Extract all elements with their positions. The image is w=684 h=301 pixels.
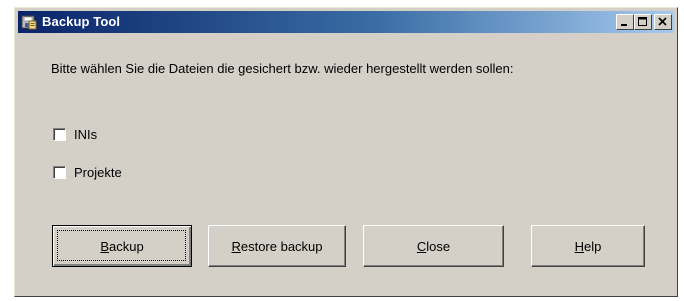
- option-inis[interactable]: INIs: [53, 126, 97, 142]
- close-icon: [658, 17, 667, 26]
- backup-button[interactable]: Backup: [52, 225, 192, 267]
- restore-backup-button[interactable]: Restore backup: [208, 225, 346, 267]
- restore-backup-button-label: Restore backup: [231, 238, 323, 254]
- help-button-label: Help: [574, 238, 602, 254]
- instruction-text: Bitte wählen Sie die Dateien die gesiche…: [51, 61, 514, 76]
- close-button-label: Close: [416, 238, 451, 254]
- title-bar[interactable]: Backup Tool: [18, 11, 674, 33]
- help-button[interactable]: Help: [531, 225, 645, 267]
- inis-label[interactable]: INIs: [74, 127, 97, 142]
- maximize-icon: [638, 17, 647, 26]
- option-projekte[interactable]: Projekte: [53, 164, 122, 180]
- projekte-checkbox[interactable]: [53, 165, 66, 179]
- caption-buttons: [616, 14, 672, 30]
- minimize-icon: [621, 24, 627, 26]
- maximize-button[interactable]: [634, 14, 652, 30]
- window-title: Backup Tool: [42, 14, 121, 29]
- inis-checkbox[interactable]: [53, 127, 66, 141]
- projekte-label[interactable]: Projekte: [74, 165, 122, 180]
- minimize-button[interactable]: [616, 14, 634, 30]
- close-window-button[interactable]: [654, 14, 672, 30]
- backup-disk-icon: [21, 14, 37, 30]
- backup-button-label: Backup: [100, 238, 144, 254]
- close-button[interactable]: Close: [363, 225, 504, 267]
- backup-tool-window: Backup Tool Bitte wählen Sie die Dateien…: [14, 7, 678, 297]
